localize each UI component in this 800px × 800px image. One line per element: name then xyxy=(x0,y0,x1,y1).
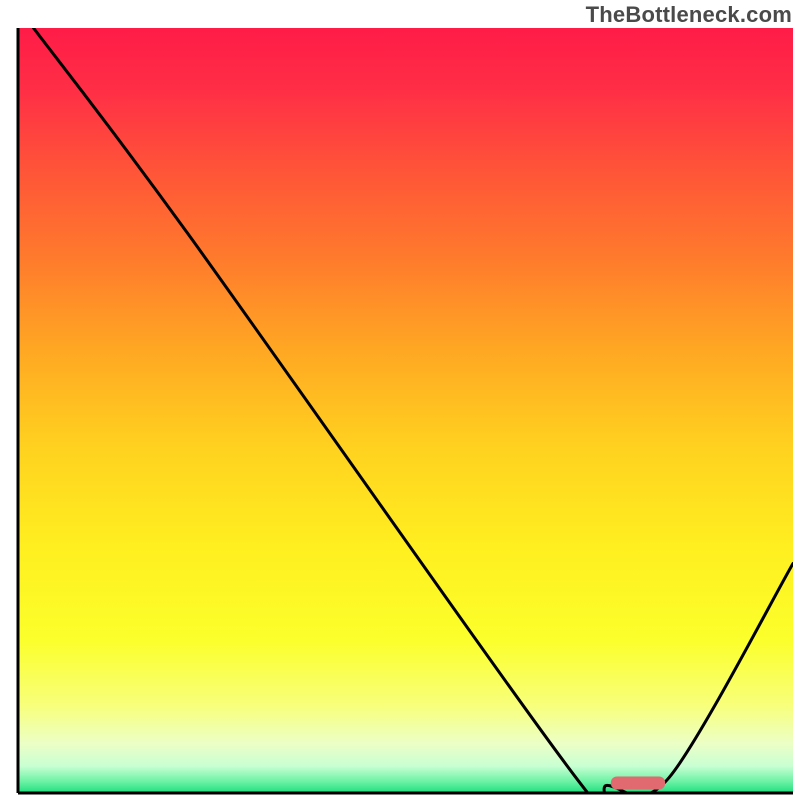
chart-stage: TheBottleneck.com xyxy=(0,0,800,800)
watermark-text: TheBottleneck.com xyxy=(586,2,792,28)
chart-svg xyxy=(0,0,800,800)
plot-background-gradient xyxy=(18,28,793,793)
optimal-range-marker xyxy=(611,777,665,790)
